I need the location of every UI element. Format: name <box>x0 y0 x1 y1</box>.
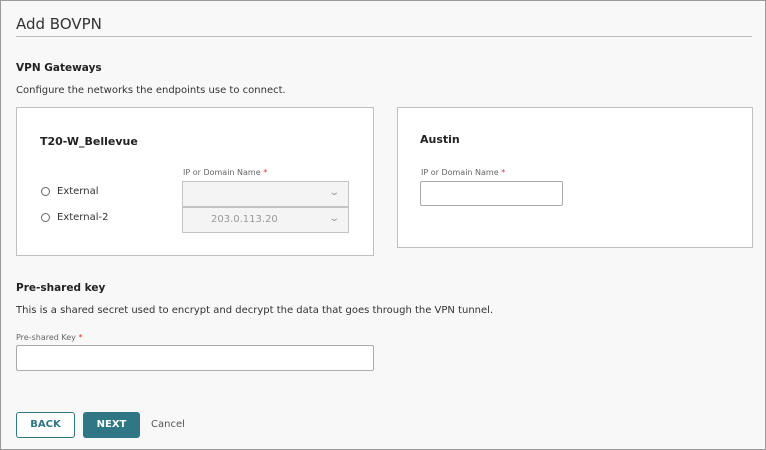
external-radio[interactable] <box>41 187 50 196</box>
page-title: Add BOVPN <box>16 15 102 33</box>
remote-gateway-panel: Austin IP or Domain Name * <box>397 107 753 248</box>
external-label: External <box>57 186 99 197</box>
vpn-gateways-description: Configure the networks the endpoints use… <box>16 85 286 96</box>
add-bovpn-window: Add BOVPN VPN Gateways Configure the net… <box>0 0 766 450</box>
psk-label: Pre-shared Key * <box>16 333 83 342</box>
divider <box>16 36 752 37</box>
remote-gateway-name: Austin <box>420 133 460 146</box>
external-2-radio[interactable] <box>41 213 50 222</box>
local-gateway-panel: T20-W_Bellevue IP or Domain Name * Exter… <box>16 107 374 256</box>
external-2-ip-select[interactable]: 203.0.113.20 ⌄ <box>182 207 349 233</box>
vpn-gateways-heading: VPN Gateways <box>16 62 102 74</box>
psk-input[interactable] <box>16 345 374 371</box>
ip-domain-label: IP or Domain Name * <box>183 168 268 177</box>
psk-heading: Pre-shared key <box>16 282 106 294</box>
next-button[interactable]: NEXT <box>83 412 140 438</box>
chevron-down-icon: ⌄ <box>327 187 340 198</box>
psk-description: This is a shared secret used to encrypt … <box>16 305 494 316</box>
external-2-label: External-2 <box>57 212 109 223</box>
external-ip-select[interactable]: ⌄ <box>182 181 349 207</box>
local-gateway-name: T20-W_Bellevue <box>40 135 138 148</box>
cancel-link[interactable]: Cancel <box>151 419 185 430</box>
chevron-down-icon: ⌄ <box>327 213 340 224</box>
remote-ip-input[interactable] <box>420 181 563 206</box>
back-button[interactable]: BACK <box>16 412 75 438</box>
ip-domain-label: IP or Domain Name * <box>421 168 506 177</box>
